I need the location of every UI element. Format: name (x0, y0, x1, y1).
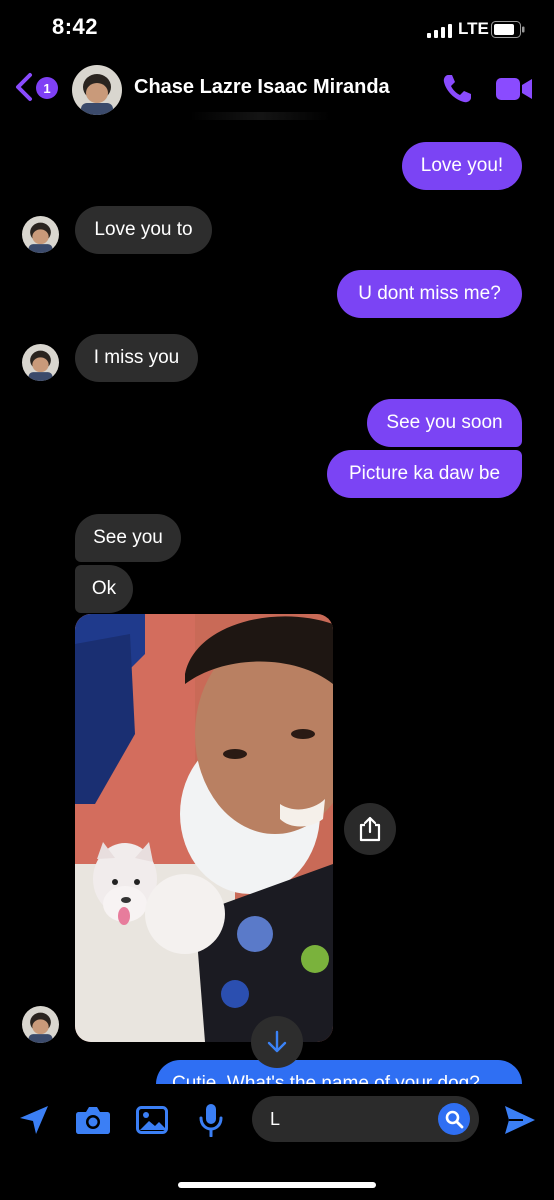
phone-icon[interactable] (440, 72, 474, 106)
send-icon (505, 1106, 535, 1134)
avatar[interactable] (22, 344, 59, 381)
unread-badge[interactable]: 1 (36, 77, 58, 99)
arrow-down-icon (267, 1030, 287, 1053)
share-icon (359, 816, 381, 842)
video-camera-icon[interactable] (494, 75, 534, 103)
location-arrow-icon (20, 1106, 48, 1134)
contact-name[interactable]: Chase Lazre Isaac Miranda (134, 76, 390, 99)
send-button[interactable] (500, 1100, 540, 1140)
search-button[interactable] (438, 1103, 470, 1135)
message-bubble-sent[interactable]: U dont miss me? (337, 270, 522, 318)
message-bubble-sent[interactable]: Love you! (402, 142, 522, 190)
search-icon (445, 1110, 464, 1129)
message-bubble-received[interactable]: Ok (75, 565, 133, 613)
network-type: LTE (458, 19, 489, 38)
message-bubble-received[interactable]: I miss you (75, 334, 198, 382)
camera-button[interactable] (73, 1100, 113, 1140)
avatar[interactable] (72, 65, 122, 115)
photo-message[interactable] (75, 614, 333, 1042)
home-indicator[interactable] (178, 1182, 376, 1188)
message-bubble-sent[interactable]: See you soon (367, 399, 522, 447)
camera-icon (76, 1107, 110, 1134)
message-bubble-received[interactable]: See you (75, 514, 181, 562)
share-button[interactable] (344, 803, 396, 855)
battery-icon (491, 21, 525, 38)
image-icon (136, 1106, 168, 1134)
microphone-icon (199, 1104, 223, 1137)
avatar[interactable] (22, 216, 59, 253)
message-bubble-sent[interactable]: Picture ka daw be (327, 450, 522, 498)
microphone-button[interactable] (191, 1100, 231, 1140)
status-time: 8:42 (52, 14, 99, 39)
avatar[interactable] (22, 1006, 59, 1043)
chevron-left-icon[interactable] (14, 72, 34, 102)
location-button[interactable] (14, 1100, 54, 1140)
signal-icon (427, 24, 452, 38)
gallery-button[interactable] (132, 1100, 172, 1140)
message-bubble-received[interactable]: Love you to (75, 206, 212, 254)
scroll-to-bottom-button[interactable] (251, 1016, 303, 1068)
header-divider (190, 112, 330, 120)
